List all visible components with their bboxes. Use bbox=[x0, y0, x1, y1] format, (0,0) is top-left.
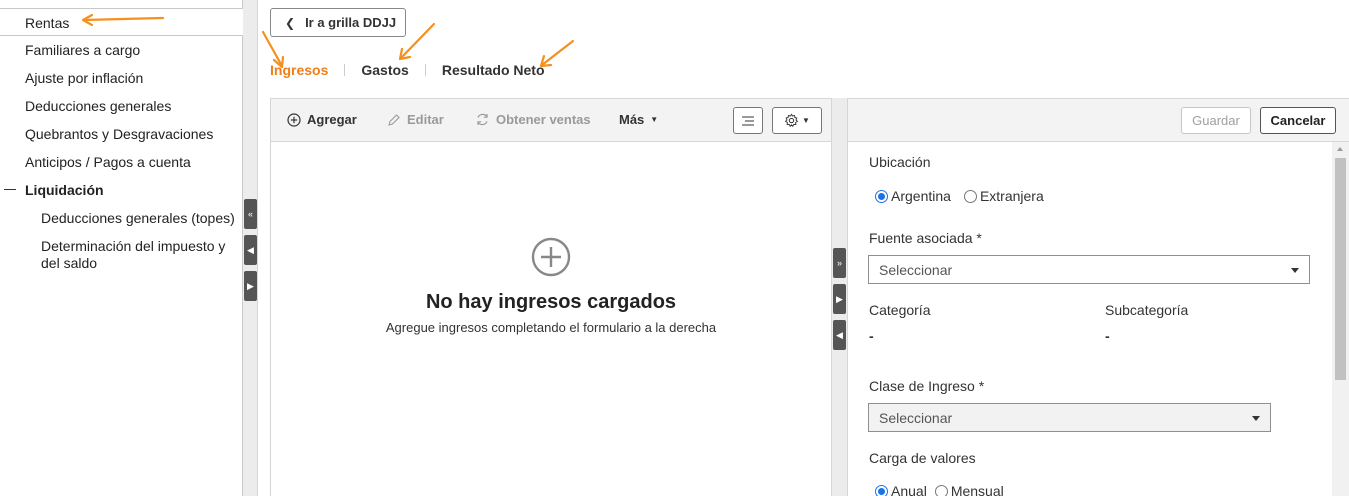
add-button[interactable]: Agregar bbox=[287, 112, 357, 127]
expand-right-icon[interactable]: ▶ bbox=[833, 284, 846, 314]
sidebar-item-familiares[interactable]: Familiares a cargo bbox=[25, 42, 140, 59]
caret-down-icon: ▼ bbox=[802, 116, 810, 125]
back-button-label: Ir a grilla DDJJ bbox=[305, 15, 397, 30]
radio-mensual[interactable] bbox=[934, 484, 948, 496]
sidebar-nav: Rentas Familiares a cargo Ajuste por inf… bbox=[0, 0, 243, 496]
refresh-icon bbox=[477, 113, 488, 126]
obtener-ventas-button[interactable]: Obtener ventas bbox=[475, 112, 591, 127]
sidebar-item-deducciones[interactable]: Deducciones generales bbox=[25, 98, 171, 115]
scroll-up-arrow-icon[interactable] bbox=[1337, 147, 1343, 151]
radio-extranjera-label: Extranjera bbox=[979, 188, 1044, 204]
panel-splitter: » ▶ ◀ bbox=[832, 98, 847, 496]
form-scrollbar[interactable] bbox=[1332, 142, 1349, 496]
tab-bar: Ingresos Gastos Resultado Neto bbox=[270, 60, 545, 80]
radio-extranjera[interactable] bbox=[963, 189, 977, 203]
expand-right-icon[interactable]: ▶ bbox=[244, 271, 257, 301]
scroll-thumb[interactable] bbox=[1335, 158, 1346, 380]
collapse-left-icon[interactable]: ◀ bbox=[833, 320, 846, 350]
back-to-grid-button[interactable]: ❮ Ir a grilla DDJJ bbox=[270, 8, 406, 37]
clase-ingreso-label: Clase de Ingreso * bbox=[869, 378, 985, 394]
sidebar-item-anticipos[interactable]: Anticipos / Pagos a cuenta bbox=[25, 154, 191, 171]
gear-icon bbox=[784, 113, 799, 128]
fuente-asociada-label: Fuente asociada * bbox=[869, 230, 982, 246]
ubicacion-label: Ubicación bbox=[869, 154, 931, 170]
add-button-label: Agregar bbox=[307, 112, 357, 127]
sidebar-item-rentas[interactable]: Rentas bbox=[0, 8, 243, 36]
empty-state: No hay ingresos cargados Agregue ingreso… bbox=[271, 236, 831, 335]
save-button[interactable]: Guardar bbox=[1181, 107, 1251, 134]
plus-circle-icon bbox=[287, 112, 301, 127]
radio-mensual-label: Mensual bbox=[950, 483, 1004, 496]
radio-anual[interactable] bbox=[875, 484, 888, 496]
sidebar-item-quebrantos[interactable]: Quebrantos y Desgravaciones bbox=[25, 126, 213, 143]
ingreso-form-panel: Guardar Cancelar Ubicación Argentina Ext… bbox=[847, 98, 1349, 496]
chevron-left-icon: ❮ bbox=[285, 15, 296, 30]
radio-argentina-label: Argentina bbox=[891, 188, 951, 204]
align-lines-icon bbox=[742, 116, 754, 125]
edit-button[interactable]: Editar bbox=[387, 112, 444, 127]
pencil-icon bbox=[388, 113, 400, 126]
subcategoria-value: - bbox=[1105, 328, 1110, 344]
columns-toggle-button[interactable] bbox=[733, 107, 763, 134]
carga-valores-label: Carga de valores bbox=[869, 450, 976, 466]
sidebar-collapse-strip: « ◀ ▶ bbox=[243, 0, 258, 496]
sidebar-item-determinacion[interactable]: Determinación del impuesto y del saldo bbox=[41, 238, 225, 272]
categoria-value: - bbox=[869, 328, 874, 344]
clase-ingreso-select[interactable]: Seleccionar bbox=[868, 403, 1271, 432]
ubicacion-radio-group: Argentina Extranjera bbox=[875, 188, 1044, 204]
obtener-ventas-label: Obtener ventas bbox=[496, 112, 591, 127]
categoria-label: Categoría bbox=[869, 302, 931, 318]
sidebar-item-label: Rentas bbox=[25, 15, 70, 31]
cancel-button[interactable]: Cancelar bbox=[1260, 107, 1336, 134]
collapse-left-icon[interactable]: ◀ bbox=[244, 235, 257, 265]
caret-down-icon bbox=[1291, 268, 1299, 273]
tab-ingresos[interactable]: Ingresos bbox=[270, 62, 328, 78]
fuente-asociada-select[interactable]: Seleccionar bbox=[868, 255, 1310, 284]
empty-state-subtitle: Agregue ingresos completando el formular… bbox=[385, 320, 717, 335]
annotation-arrowhead bbox=[398, 47, 412, 61]
collapse-dash-icon[interactable] bbox=[4, 189, 16, 190]
carga-valores-radio-group: Anual Mensual bbox=[875, 483, 1004, 496]
more-menu-button[interactable]: Más ▼ bbox=[619, 112, 658, 127]
expand-all-icon[interactable]: » bbox=[833, 248, 846, 278]
annotation-arrow-resultado-neto bbox=[540, 39, 575, 67]
radio-anual-label: Anual bbox=[891, 483, 927, 496]
radio-argentina[interactable] bbox=[875, 189, 888, 203]
plus-circle-icon bbox=[531, 237, 571, 277]
tab-gastos[interactable]: Gastos bbox=[361, 62, 408, 78]
select-placeholder: Seleccionar bbox=[879, 409, 953, 426]
ingresos-list-panel: Agregar Editar Obtener ventas Más ▼ ▼ No… bbox=[270, 98, 832, 496]
tab-resultado-neto[interactable]: Resultado Neto bbox=[442, 62, 545, 78]
form-toolbar: Guardar Cancelar bbox=[848, 98, 1349, 142]
more-menu-label: Más bbox=[619, 112, 645, 127]
subcategoria-label: Subcategoría bbox=[1105, 302, 1189, 318]
collapse-all-icon[interactable]: « bbox=[244, 199, 257, 229]
sidebar-item-ajuste-inflacion[interactable]: Ajuste por inflación bbox=[25, 70, 143, 87]
sidebar-item-label: Determinación del impuesto y bbox=[41, 238, 226, 254]
list-toolbar: Agregar Editar Obtener ventas Más ▼ ▼ bbox=[271, 98, 831, 142]
caret-down-icon: ▼ bbox=[650, 115, 659, 124]
select-placeholder: Seleccionar bbox=[879, 261, 953, 278]
caret-down-icon bbox=[1252, 416, 1260, 421]
sidebar-item-label: del saldo bbox=[41, 255, 98, 271]
empty-state-title: No hay ingresos cargados bbox=[425, 291, 677, 313]
tab-divider bbox=[344, 64, 346, 76]
sidebar-item-liquidacion[interactable]: Liquidación bbox=[25, 182, 104, 199]
edit-button-label: Editar bbox=[407, 112, 444, 127]
settings-menu-button[interactable]: ▼ bbox=[772, 107, 822, 134]
tab-divider bbox=[424, 64, 426, 76]
sidebar-item-deducciones-topes[interactable]: Deducciones generales (topes) bbox=[41, 210, 235, 227]
